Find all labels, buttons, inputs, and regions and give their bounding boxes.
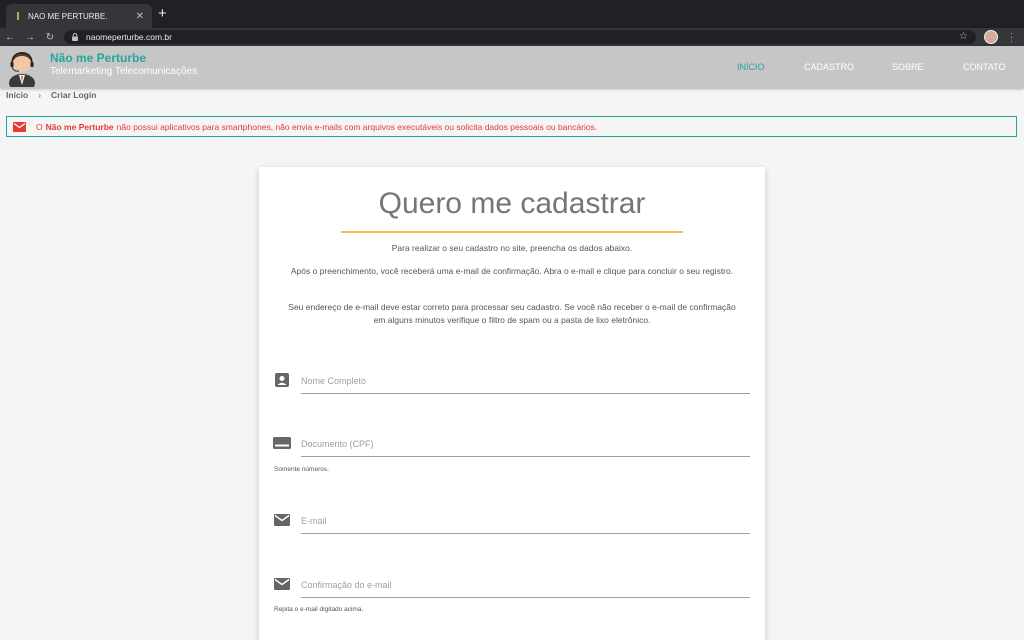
brand-name[interactable]: Não me Perturbe <box>50 51 146 65</box>
email-confirm-helper-text: Repita o e-mail digitado acima. <box>274 606 364 613</box>
back-icon[interactable]: ← <box>0 32 20 43</box>
url-text: naomeperturbe.com.br <box>86 32 172 42</box>
email-confirm-underline <box>301 597 750 598</box>
title-divider <box>341 231 683 233</box>
alert-prefix: O <box>36 121 43 132</box>
full-name-underline <box>301 393 750 394</box>
nav-sobre[interactable]: SOBRE <box>892 62 924 72</box>
spam-paragraph: Seu endereço de e-mail deve estar corret… <box>288 302 736 325</box>
breadcrumb-separator: › <box>38 90 42 100</box>
security-alert: O Não me Perturbe não possui aplicativos… <box>6 116 1017 137</box>
cpf-placeholder: Documento (CPF) <box>301 439 374 449</box>
nav-inicio[interactable]: INÍCIO <box>737 62 765 72</box>
full-name-placeholder: Nome Completo <box>301 376 367 386</box>
cpf-underline <box>301 456 750 457</box>
brand-subtitle: Telemarketing Telecomunicações <box>50 66 198 77</box>
breadcrumb: Início › Criar Login <box>6 90 96 100</box>
lock-icon <box>72 33 80 41</box>
url-input[interactable]: naomeperturbe.com.br ☆ <box>64 30 976 44</box>
bookmark-star-icon[interactable]: ☆ <box>959 31 968 42</box>
favicon-icon <box>14 12 22 20</box>
account-box-icon <box>273 371 291 389</box>
confirmation-paragraph: Após o preenchimento, você receberá uma … <box>290 266 734 276</box>
nav-contato[interactable]: CONTATO <box>963 62 1006 72</box>
email-confirm-placeholder: Confirmação do e-mail <box>301 580 392 590</box>
page-title: Quero me cadastrar <box>378 187 646 220</box>
signup-card: Quero me cadastrar Para realizar o seu c… <box>259 167 765 640</box>
alert-text: não possui aplicativos para smartphones,… <box>116 121 598 132</box>
new-tab-icon[interactable]: + <box>158 6 167 22</box>
browser-tab-bar: NAO ME PERTURBE. ✕ + <box>0 0 1024 28</box>
reload-icon[interactable]: ↻ <box>40 32 60 43</box>
email-placeholder: E-mail <box>301 516 327 526</box>
profile-avatar-icon[interactable] <box>984 30 998 44</box>
browser-tab[interactable]: NAO ME PERTURBE. ✕ <box>6 4 152 28</box>
tab-close-icon[interactable]: ✕ <box>136 11 144 22</box>
breadcrumb-current[interactable]: Criar Login <box>51 90 96 100</box>
tab-title: NAO ME PERTURBE. <box>28 11 108 21</box>
forward-icon[interactable]: → <box>20 32 40 43</box>
browser-menu-icon[interactable]: · · · <box>1010 29 1013 46</box>
card-icon <box>273 434 291 452</box>
mail-icon <box>13 121 26 132</box>
intro-paragraph: Para realizar o seu cadastro no site, pr… <box>391 243 633 253</box>
logo-operator-icon <box>9 52 35 87</box>
mail-icon <box>273 575 291 593</box>
email-underline <box>301 533 750 534</box>
address-bar: ← → ↻ naomeperturbe.com.br ☆ <box>0 28 1024 46</box>
alert-brand: Não me Perturbe <box>45 121 114 132</box>
breadcrumb-home[interactable]: Início <box>6 90 28 100</box>
mail-icon <box>273 511 291 529</box>
cpf-helper-text: Somente números. <box>274 466 329 473</box>
site-header: Não me Perturbe Telemarketing Telecomuni… <box>0 46 1024 88</box>
nav-cadastro[interactable]: CADASTRO <box>804 62 854 72</box>
